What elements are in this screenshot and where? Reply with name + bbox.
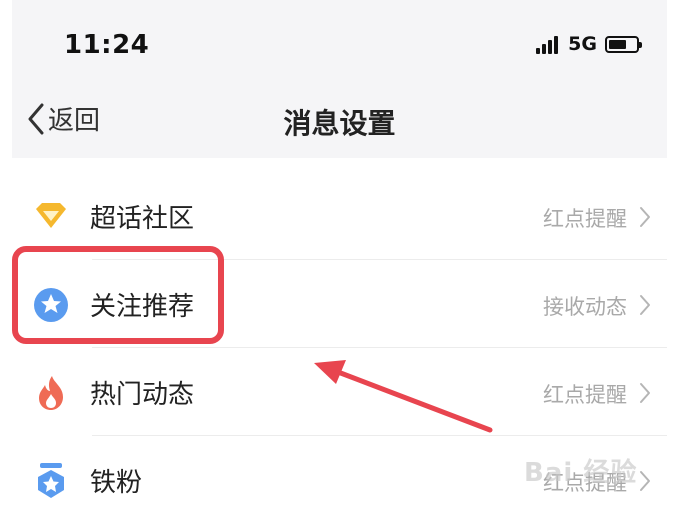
watermark: Bai 经验 <box>524 458 638 488</box>
annotation-arrow <box>314 360 493 433</box>
